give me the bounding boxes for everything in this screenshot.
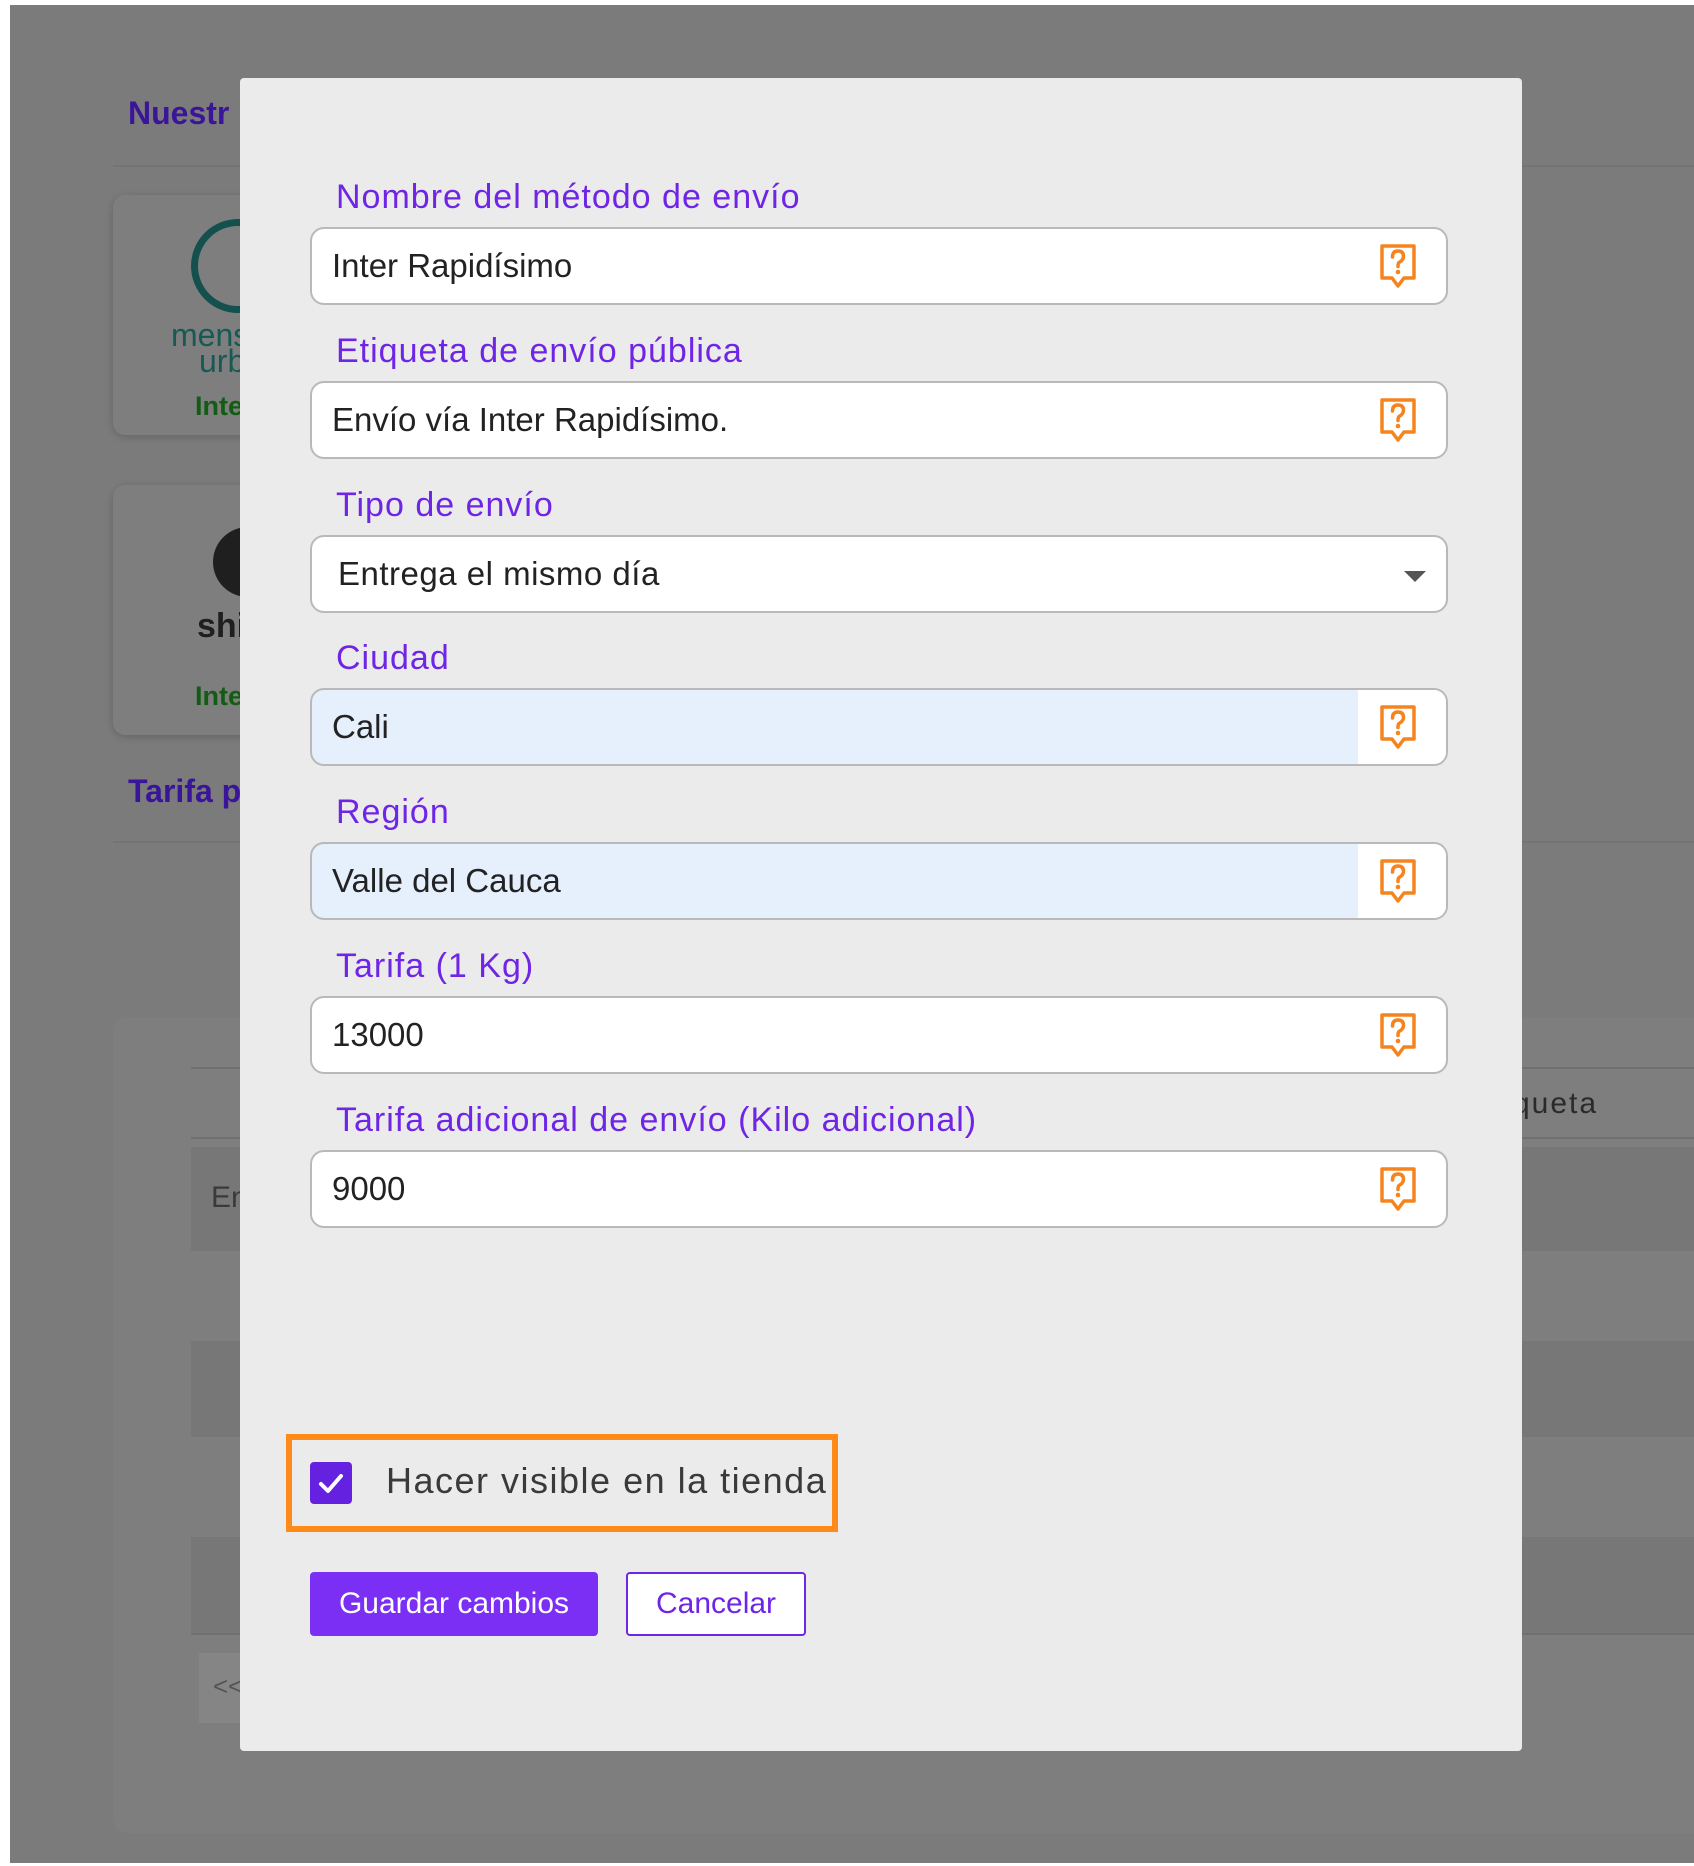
rate-label: Tarifa (1 Kg): [336, 947, 535, 985]
background-section-title: Nuestr: [128, 95, 230, 131]
help-icon-wrap: [1358, 383, 1446, 457]
region-value: Valle del Cauca: [332, 862, 561, 899]
public-label-value: Envío vía Inter Rapidísimo.: [332, 401, 729, 438]
help-icon-wrap: [1358, 1152, 1446, 1226]
city-value: Cali: [332, 708, 389, 745]
rate-input[interactable]: 13000: [310, 996, 1448, 1074]
region-input[interactable]: Valle del Cauca: [310, 842, 1448, 920]
shipping-type-value: Entrega el mismo día: [338, 555, 660, 592]
help-icon[interactable]: [1378, 1166, 1418, 1212]
city-input[interactable]: Cali: [310, 688, 1448, 766]
city-label: Ciudad: [336, 639, 450, 677]
help-icon[interactable]: [1378, 858, 1418, 904]
region-label: Región: [336, 793, 450, 831]
help-icon[interactable]: [1378, 1012, 1418, 1058]
carrier-status: Inte: [195, 391, 244, 421]
carrier-brand: shi: [197, 607, 247, 645]
shipping-type-select[interactable]: Entrega el mismo día: [310, 535, 1448, 613]
table-header-cell: queta: [1513, 1087, 1599, 1120]
shipping-name-value: Inter Rapidísimo: [332, 247, 573, 284]
public-label-label: Etiqueta de envío pública: [336, 332, 743, 370]
help-icon-wrap: [1358, 844, 1446, 918]
help-icon-wrap: [1358, 998, 1446, 1072]
visible-in-store-label[interactable]: Hacer visible en la tienda: [386, 1458, 827, 1504]
shipping-method-modal: Nombre del método de envío Inter Rapidís…: [240, 78, 1522, 1751]
carrier-status: Inte: [195, 681, 244, 711]
save-button[interactable]: Guardar cambios: [310, 1572, 598, 1636]
help-icon-wrap: [1358, 229, 1446, 303]
shipping-name-input[interactable]: Inter Rapidísimo: [310, 227, 1448, 305]
visible-in-store-checkbox[interactable]: [310, 1462, 352, 1504]
pagination-prev-label: <<: [213, 1671, 244, 1701]
help-icon-wrap: [1358, 690, 1446, 764]
rate-value: 13000: [332, 1016, 424, 1053]
help-icon[interactable]: [1378, 243, 1418, 289]
screen: Nuestr mens urba Inte shi Inte Tarifa p …: [10, 5, 1694, 1863]
additional-rate-input[interactable]: 9000: [310, 1150, 1448, 1228]
shipping-type-label: Tipo de envío: [336, 486, 554, 524]
shipping-name-label: Nombre del método de envío: [336, 178, 801, 216]
help-icon[interactable]: [1378, 704, 1418, 750]
additional-rate-value: 9000: [332, 1170, 406, 1207]
additional-rate-label: Tarifa adicional de envío (Kilo adiciona…: [336, 1101, 978, 1139]
chevron-down-icon: [1404, 571, 1426, 582]
cancel-button[interactable]: Cancelar: [626, 1572, 806, 1636]
checkmark-icon: [319, 1474, 343, 1493]
public-label-input[interactable]: Envío vía Inter Rapidísimo.: [310, 381, 1448, 459]
background-section-title: Tarifa p: [128, 773, 242, 809]
help-icon[interactable]: [1378, 397, 1418, 443]
